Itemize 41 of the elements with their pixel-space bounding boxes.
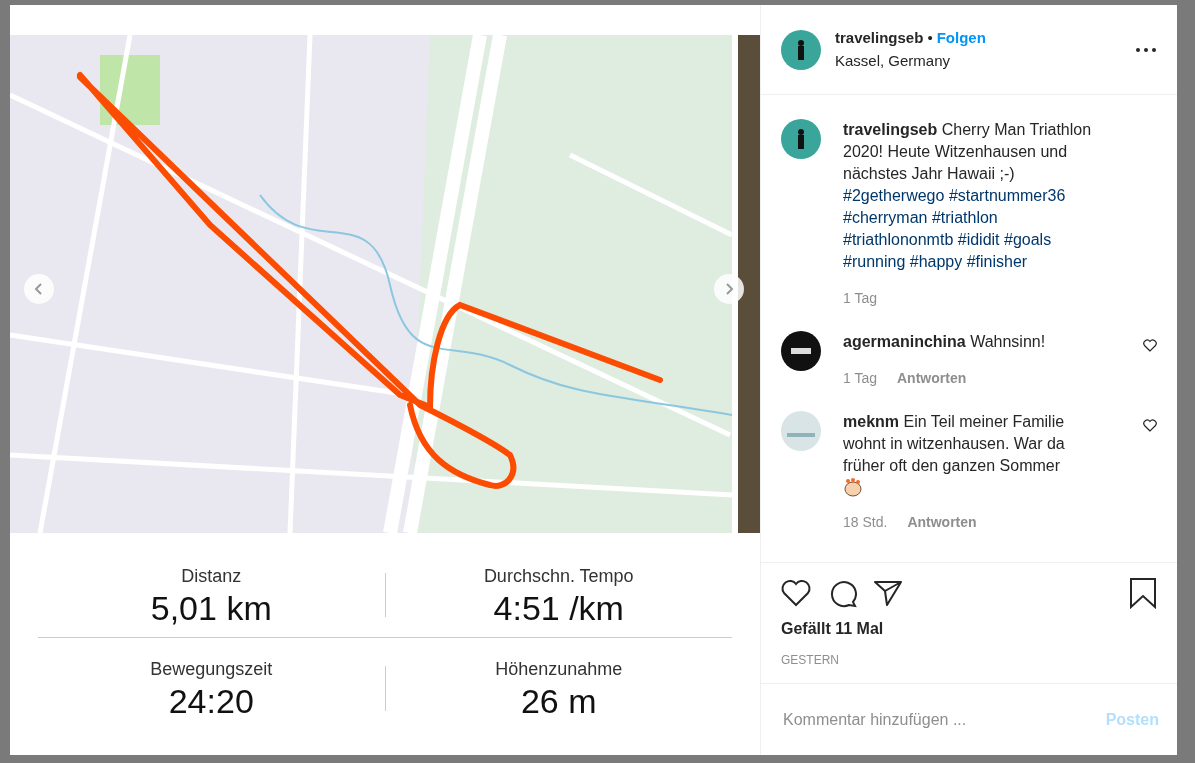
hashtag-link[interactable]: #goals [1004,231,1052,248]
stat-label: Bewegungszeit [149,658,274,682]
hashtag-link[interactable]: #triathlon [931,209,998,226]
comment-text: meknm Ein Teil meiner Familie wohnt in witzenhausen. War da früher oft den ganzen Sommer [843,412,1066,476]
comment-text: agermaninchina Wahnsinn! [843,332,1047,352]
avatar-icon [781,411,821,451]
stat-label: Höhenzunahme [494,658,624,682]
bookmark-icon[interactable] [1129,577,1157,609]
avatar-icon [781,119,821,159]
hashtag-link[interactable]: #running [843,253,906,270]
timestamp: 18 Std. [843,513,888,532]
stat-value: 5,01 km [149,590,273,628]
avatar-icon [781,29,821,70]
hashtag-link[interactable]: #ididit [957,231,1000,248]
hashtag-link[interactable]: #startnummer36 [948,187,1066,204]
username[interactable]: travelingseb [835,27,924,50]
stat-label: Distanz [180,565,243,588]
like-button[interactable] [1143,339,1157,352]
caption-text: travelingseb Cherry Man Triathlon 2020! Heute Witzenhausen und nächstes Jahr Hawaii ;-) #2getherwego #startnummer36 #cherryman #triathlon #triathlononmtb #ididit #goals #running #happy #finisher [843,120,1093,272]
chevron-left-icon [34,282,44,297]
separator-dot: • [927,28,933,48]
more-options-button[interactable] [1135,46,1157,53]
post-date: GESTERN [781,652,840,669]
hashtag-link[interactable]: #triathlononmtb [843,231,954,248]
hashtag-link[interactable]: #2getherwego [843,187,945,204]
timestamp: 1 Tag [843,369,877,388]
like-icon[interactable] [781,579,811,607]
hashtag-link[interactable]: #cherryman [843,209,928,226]
stat-label: Durchschn. Tempo [482,565,635,588]
timestamp: 1 Tag [843,289,877,308]
like-button[interactable] [1143,419,1157,432]
location[interactable]: Kassel, Germany [835,49,986,72]
hashtag-link[interactable]: #finisher [966,253,1028,270]
like-count[interactable]: Gefällt 11 Mal [781,617,1157,641]
share-icon[interactable] [873,579,903,607]
stat-value: 4:51 /km [492,590,625,628]
stat-value: 24:20 [167,683,255,721]
hashtag-link[interactable]: #happy [909,253,963,270]
chevron-right-icon [724,282,734,297]
avatar-icon [781,331,821,371]
stat-value: 26 m [519,683,598,721]
